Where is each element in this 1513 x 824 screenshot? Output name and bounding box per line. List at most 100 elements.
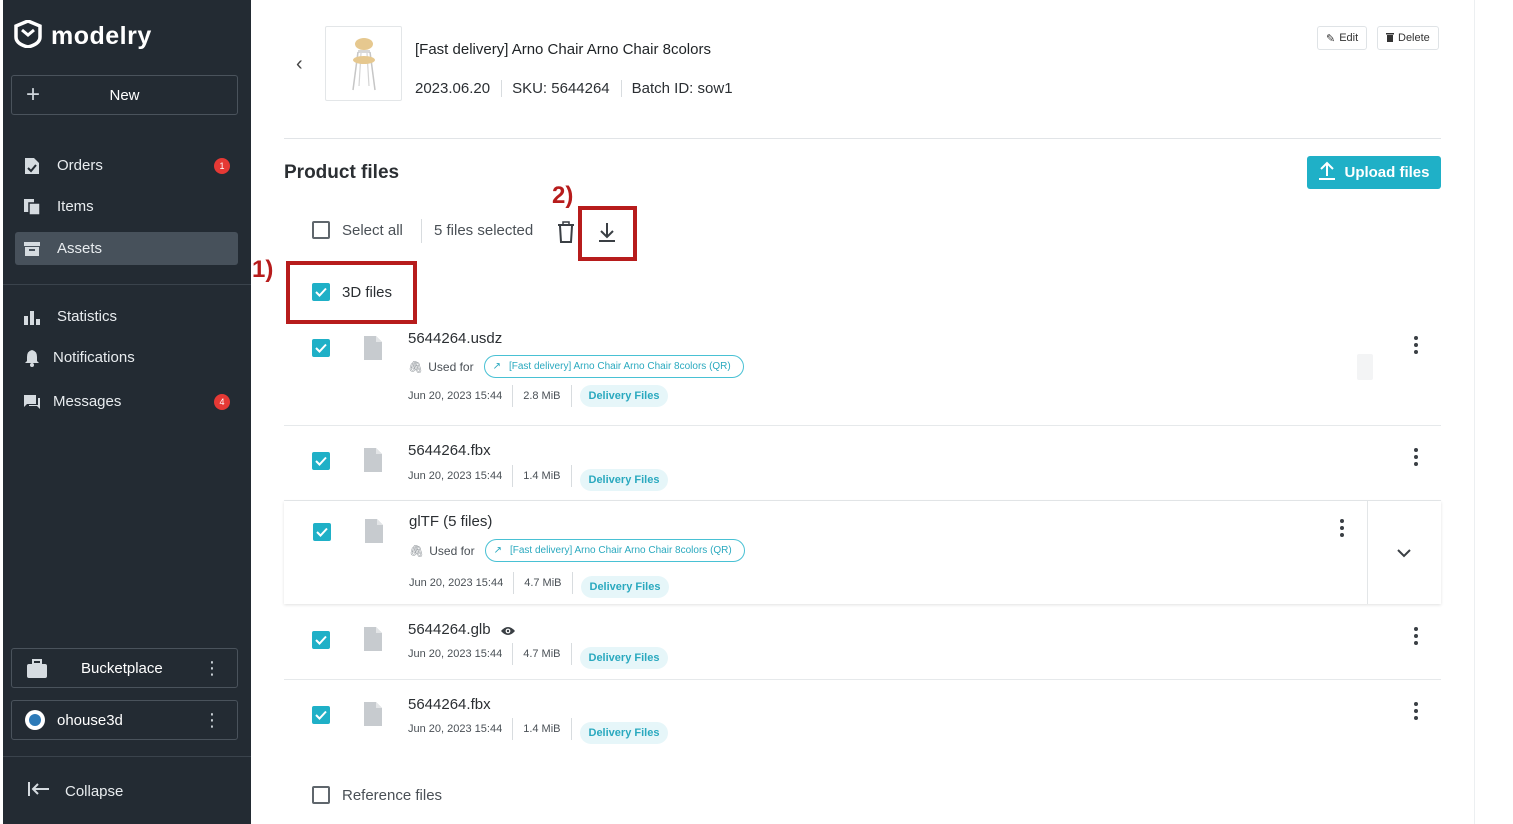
upload-files-button[interactable]: Upload files	[1307, 156, 1441, 189]
file-name[interactable]: 5644264.glb	[408, 621, 491, 638]
used-for-label: Used for	[429, 543, 475, 558]
file-meta: Jun 20, 2023 15:44 2.8 MiB Delivery File…	[408, 385, 669, 407]
file-icon	[363, 626, 383, 657]
org-switcher-bucketplace[interactable]: Bucketplace ⋮	[11, 648, 238, 688]
sidebar-item-label: Items	[57, 198, 94, 215]
edit-button[interactable]: ✎ Edit	[1317, 26, 1368, 50]
file-checkbox[interactable]	[312, 339, 330, 357]
delete-label: Delete	[1398, 32, 1430, 44]
orders-badge: 1	[214, 158, 230, 174]
trash-icon	[1386, 32, 1394, 45]
assets-icon	[23, 240, 41, 258]
file-date: Jun 20, 2023 15:44	[409, 572, 515, 594]
used-for-row: 🖇 Used for ↗ [Fast delivery] Arno Chair A…	[408, 355, 744, 378]
header-divider	[284, 138, 1441, 139]
back-chevron-icon[interactable]: ‹	[296, 53, 303, 76]
file-menu-icon[interactable]	[1413, 336, 1419, 354]
file-checkbox[interactable]	[312, 631, 330, 649]
used-for-chip-label: [Fast delivery] Arno Chair Arno Chair 8c…	[509, 545, 732, 556]
group-reference-files[interactable]: Reference files	[312, 786, 442, 804]
file-date: Jun 20, 2023 15:44	[408, 643, 514, 665]
file-size: 1.4 MiB	[513, 718, 572, 740]
file-menu-icon[interactable]	[1413, 702, 1419, 720]
file-size: 4.7 MiB	[514, 572, 573, 594]
file-menu-icon[interactable]	[1413, 448, 1419, 466]
group-3d-files[interactable]: 3D files	[312, 283, 392, 301]
org-menu-icon[interactable]: ⋮	[203, 711, 221, 729]
scroll-handle[interactable]	[1357, 354, 1373, 380]
file-meta: Jun 20, 2023 15:44 1.4 MiB Delivery File…	[408, 714, 669, 744]
group-3d-checkbox[interactable]	[312, 283, 330, 301]
product-title: [Fast delivery] Arno Chair Arno Chair 8c…	[415, 41, 711, 58]
messages-badge: 4	[214, 394, 230, 410]
group-3d-label: 3D files	[342, 283, 393, 301]
used-for-chip[interactable]: ↗ [Fast delivery] Arno Chair Arno Chair 8…	[484, 539, 745, 562]
sidebar-item-label: Assets	[57, 240, 103, 257]
sidebar-item-assets[interactable]: Assets	[15, 232, 238, 265]
file-name[interactable]: glTF (5 files)	[409, 513, 492, 530]
org-switcher-ohouse3d[interactable]: ohouse3d ⋮	[11, 700, 238, 740]
external-link-icon: ↗	[492, 361, 501, 372]
modelry-logo-icon	[13, 19, 43, 53]
sidebar-item-label: Statistics	[57, 308, 118, 325]
messages-icon	[23, 393, 41, 411]
used-for-chip[interactable]: ↗ [Fast delivery] Arno Chair Arno Chair 8…	[483, 355, 744, 378]
items-icon	[23, 198, 41, 216]
file-checkbox[interactable]	[312, 452, 330, 470]
file-name[interactable]: 5644264.fbx	[408, 696, 491, 713]
new-button[interactable]: + New	[11, 75, 238, 115]
sidebar-divider	[3, 756, 251, 757]
delete-selected-button[interactable]	[556, 221, 576, 248]
sidebar-item-label: Notifications	[53, 349, 135, 366]
product-batch: Batch ID: sow1	[631, 80, 733, 97]
trash-icon	[556, 221, 576, 248]
plus-icon: +	[26, 81, 41, 108]
file-size: 1.4 MiB	[513, 465, 572, 487]
file-meta: Jun 20, 2023 15:44 4.7 MiB Delivery File…	[408, 639, 669, 669]
toolbar-divider	[421, 219, 422, 243]
briefcase-icon	[26, 659, 48, 683]
file-menu-icon[interactable]	[1413, 627, 1419, 645]
sidebar-item-notifications[interactable]: Notifications	[15, 341, 238, 374]
annotation-box-download	[578, 206, 637, 261]
file-tag: Delivery Files	[579, 385, 669, 407]
sidebar-item-messages[interactable]: Messages 4	[15, 385, 238, 418]
section-title: Product files	[284, 162, 400, 183]
file-tag: Delivery Files	[579, 469, 669, 491]
org-menu-icon[interactable]: ⋮	[203, 659, 221, 677]
sidebar-item-orders[interactable]: Orders 1	[15, 149, 238, 182]
org-label: Bucketplace	[81, 659, 163, 677]
statistics-icon	[23, 308, 41, 326]
file-menu-icon[interactable]	[1339, 519, 1345, 537]
delete-button[interactable]: Delete	[1377, 26, 1439, 50]
edit-label: Edit	[1339, 32, 1359, 44]
gltf-divider	[1367, 501, 1368, 604]
product-thumbnail	[325, 26, 402, 101]
file-checkbox[interactable]	[312, 706, 330, 724]
brand-logo[interactable]: modelry	[13, 19, 152, 53]
chevron-down-icon[interactable]	[1396, 545, 1412, 563]
file-tag: Delivery Files	[579, 722, 669, 744]
reference-files-checkbox[interactable]	[312, 786, 330, 804]
select-all-control[interactable]: Select all	[312, 221, 403, 239]
collapse-button[interactable]: Collapse	[27, 781, 123, 801]
file-icon	[363, 701, 383, 732]
file-tag: Delivery Files	[579, 647, 669, 669]
file-name[interactable]: 5644264.usdz	[408, 330, 502, 347]
upload-label: Upload files	[1344, 164, 1430, 181]
sidebar-item-items[interactable]: Items	[15, 190, 238, 223]
used-for-row: 🖇 Used for ↗ [Fast delivery] Arno Chair A…	[409, 539, 745, 562]
file-meta: Jun 20, 2023 15:44 4.7 MiB Delivery File…	[409, 568, 670, 598]
file-size: 2.8 MiB	[513, 385, 572, 407]
sidebar-item-statistics[interactable]: Statistics	[15, 300, 238, 333]
org-label: ohouse3d	[57, 711, 123, 729]
product-date: 2023.06.20	[415, 80, 503, 97]
reference-files-label: Reference files	[342, 786, 443, 804]
file-name[interactable]: 5644264.fbx	[408, 442, 491, 459]
file-checkbox[interactable]	[313, 523, 331, 541]
select-all-label: Select all	[342, 221, 403, 239]
paperclip-icon: 🖇	[409, 543, 425, 558]
select-all-checkbox[interactable]	[312, 221, 330, 239]
file-meta: Jun 20, 2023 15:44 1.4 MiB Delivery File…	[408, 461, 669, 491]
product-sku: SKU: 5644264	[512, 80, 622, 97]
